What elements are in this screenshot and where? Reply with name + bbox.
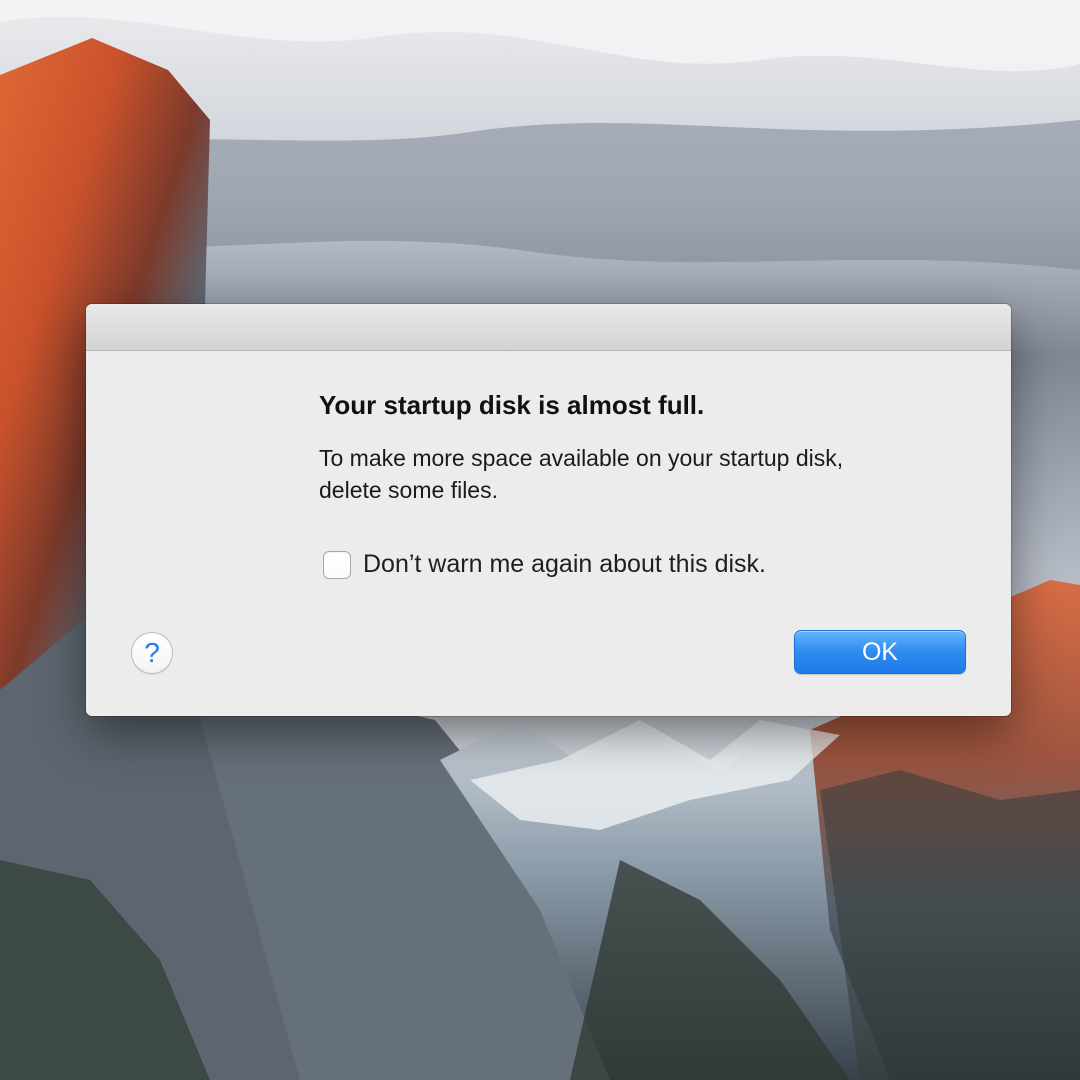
dont-warn-checkbox-label[interactable]: Don’t warn me again about this disk. (363, 550, 766, 579)
help-icon: ? (144, 637, 160, 668)
desktop: Your startup disk is almost full. To mak… (0, 0, 1080, 1080)
dialog-content: Your startup disk is almost full. To mak… (86, 304, 1011, 716)
dialog-title: Your startup disk is almost full. (319, 390, 705, 420)
alert-dialog: Your startup disk is almost full. To mak… (86, 304, 1011, 716)
dont-warn-checkbox[interactable] (323, 550, 351, 579)
dont-warn-checkbox-row[interactable]: Don’t warn me again about this disk. (323, 550, 766, 579)
help-button[interactable]: ? (131, 632, 173, 674)
dialog-message-line-2: delete some files. (319, 477, 498, 503)
ok-button[interactable]: OK (794, 630, 966, 674)
dialog-message: To make more space available on your sta… (319, 442, 959, 506)
dialog-message-line-1: To make more space available on your sta… (319, 445, 844, 471)
